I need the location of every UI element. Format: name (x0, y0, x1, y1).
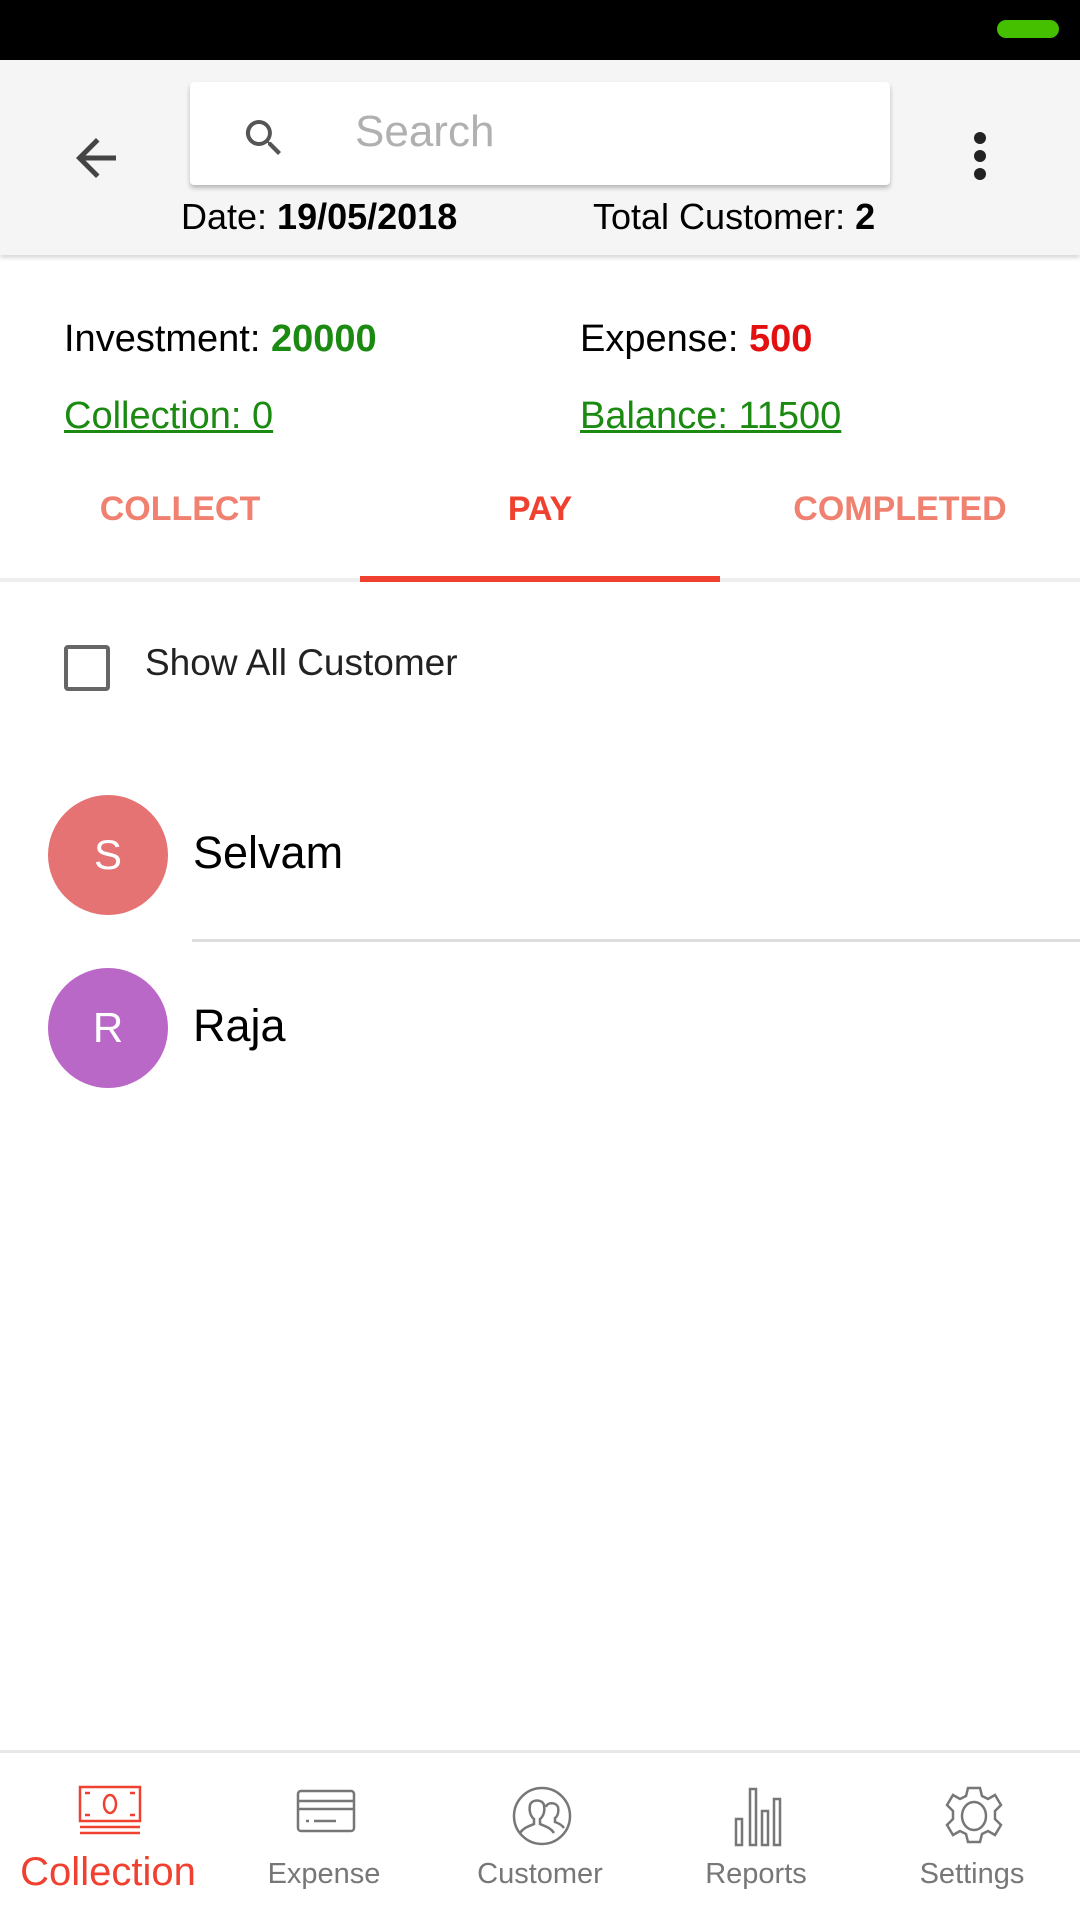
show-all-label[interactable]: Show All Customer (145, 642, 458, 684)
tab-indicator (360, 576, 720, 582)
investment-value: 20000 (270, 318, 377, 360)
collection-link[interactable]: Collection: 0 (64, 395, 273, 438)
total-customer: Total Customer: 2 (593, 196, 875, 238)
credit-card-icon (296, 1789, 356, 1833)
customer-row-selvam[interactable]: S Selvam (0, 795, 1080, 935)
nav-expense[interactable]: Expense (216, 1750, 432, 1920)
nav-label: Collection (20, 1850, 196, 1894)
more-vert-icon[interactable] (960, 128, 1000, 188)
nav-label: Expense (267, 1858, 381, 1890)
bar-chart-icon (734, 1787, 782, 1847)
investment-label: Investment: (64, 318, 271, 360)
money-icon (78, 1785, 142, 1835)
nav-customer[interactable]: Customer (432, 1750, 648, 1920)
nav-settings[interactable]: Settings (864, 1750, 1080, 1920)
customer-name: Selvam (193, 827, 344, 878)
investment: Investment: 20000 (64, 318, 377, 361)
nav-label: Customer (477, 1858, 603, 1890)
total-value: 2 (855, 196, 876, 237)
search-input[interactable] (355, 102, 855, 162)
battery-icon (997, 20, 1059, 38)
date-label: Date: (181, 196, 278, 237)
list-divider (192, 939, 1080, 942)
customer-name: Raja (193, 1000, 286, 1051)
nav-label: Reports (705, 1858, 807, 1890)
date-display: Date: 19/05/2018 (181, 196, 457, 238)
status-bar (0, 0, 1080, 60)
expense-value: 500 (749, 318, 813, 360)
show-all-checkbox[interactable] (64, 645, 110, 691)
date-value: 19/05/2018 (277, 196, 458, 237)
avatar: R (48, 968, 168, 1088)
tab-pay[interactable]: PAY (360, 490, 720, 529)
search-icon (245, 120, 281, 155)
nav-collection[interactable]: Collection (0, 1750, 216, 1920)
avatar: S (48, 795, 168, 915)
total-label: Total Customer: (593, 196, 856, 237)
balance-link[interactable]: Balance: 11500 (580, 395, 841, 438)
tab-collect[interactable]: COLLECT (0, 490, 360, 529)
tab-completed[interactable]: COMPLETED (720, 490, 1080, 529)
people-icon (512, 1786, 572, 1846)
nav-reports[interactable]: Reports (648, 1750, 864, 1920)
expense-label: Expense: (580, 318, 749, 360)
search-box[interactable] (190, 82, 890, 185)
nav-label: Settings (919, 1858, 1025, 1890)
expense: Expense: 500 (580, 318, 812, 361)
gear-icon (945, 1786, 1003, 1844)
arrow-left-icon[interactable] (66, 128, 126, 188)
customer-row-raja[interactable]: R Raja (0, 968, 1080, 1108)
